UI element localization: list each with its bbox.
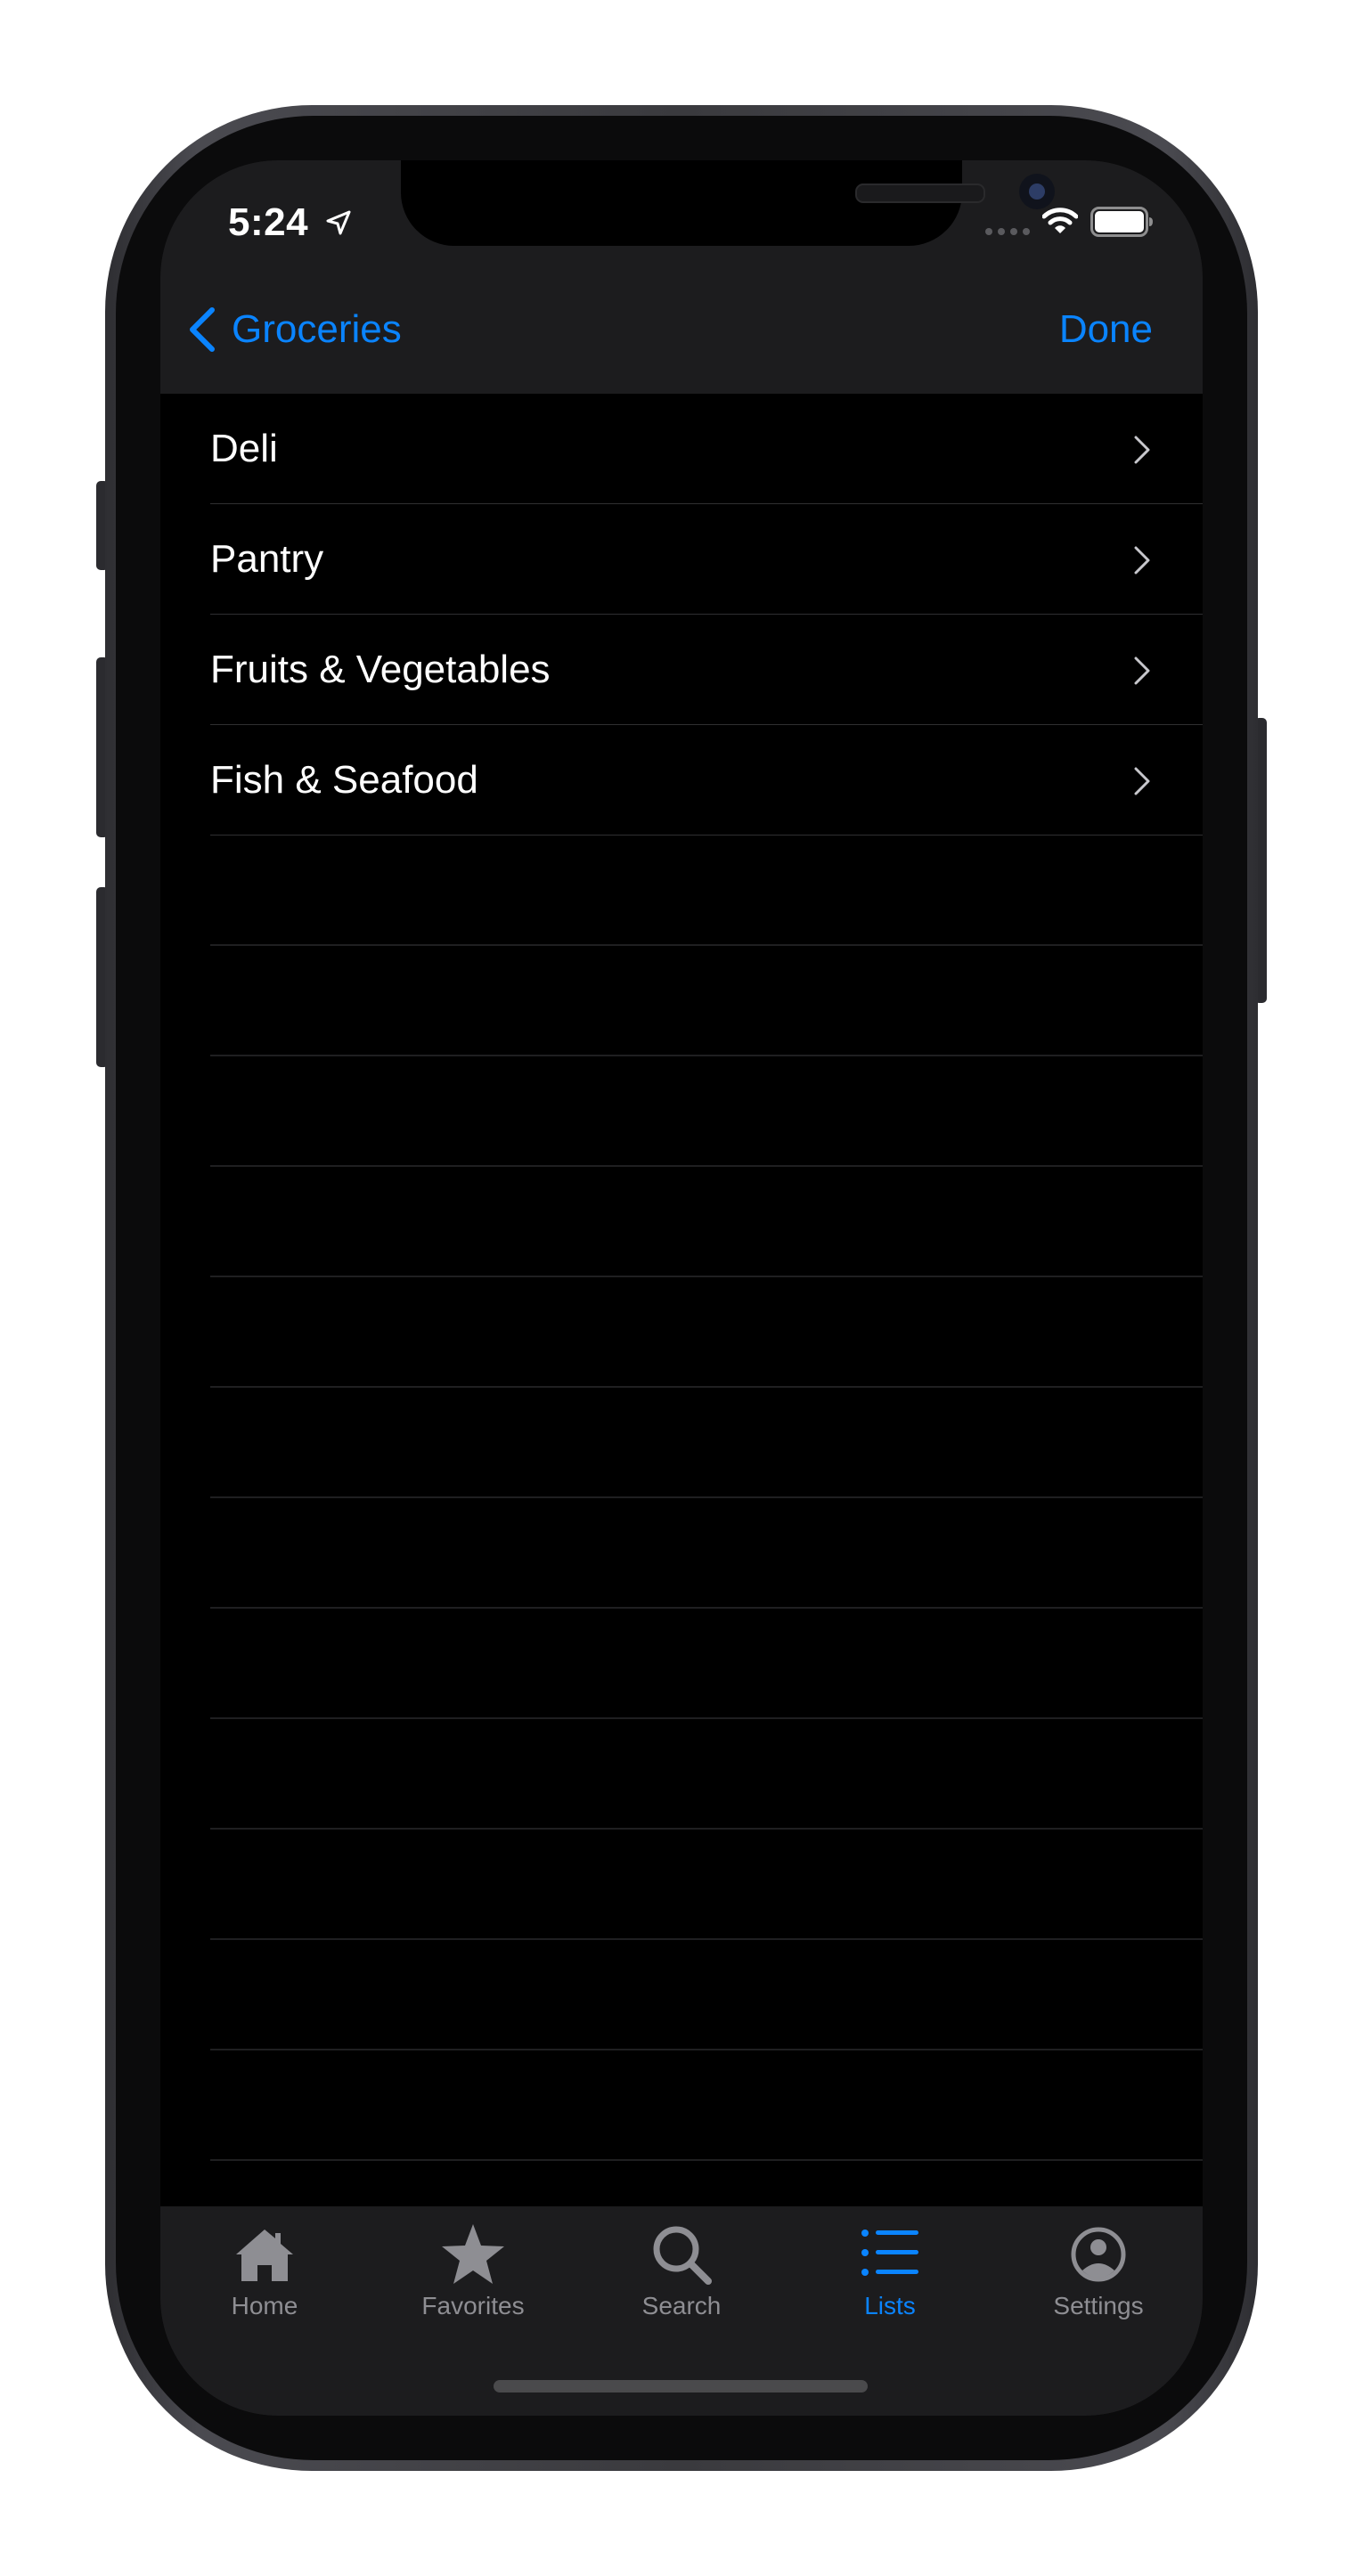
empty-row-separator [210, 1830, 1203, 1940]
earpiece-speaker [855, 183, 985, 203]
list-item[interactable]: Fish & Seafood [210, 725, 1203, 836]
list-item[interactable]: Fruits & Vegetables [210, 615, 1203, 725]
empty-row-separator [210, 1940, 1203, 2050]
empty-row-separator [210, 1167, 1203, 1277]
tab-home[interactable]: Home [160, 2219, 369, 2344]
empty-row-separator [210, 946, 1203, 1056]
list-item-label: Fruits & Vegetables [210, 647, 551, 691]
house-icon [236, 2230, 293, 2281]
tab-lists[interactable]: Lists [786, 2219, 994, 2344]
location-arrow-icon [326, 210, 351, 235]
tab-label: Home [231, 2292, 298, 2319]
chevron-right-icon [1134, 436, 1150, 464]
back-button-label: Groceries [232, 307, 402, 351]
empty-row-separator [210, 1719, 1203, 1830]
wifi-icon [1042, 208, 1078, 233]
empty-row-separator [210, 1388, 1203, 1498]
list-item[interactable]: Deli [210, 394, 1203, 504]
notch [401, 160, 1055, 246]
empty-row-separator [210, 836, 1203, 946]
tab-label: Lists [864, 2292, 916, 2319]
tab-favorites[interactable]: Favorites [369, 2219, 577, 2344]
list-item-label: Deli [210, 426, 278, 470]
battery-icon [1090, 207, 1153, 237]
empty-row-separator [210, 1609, 1203, 1719]
status-time: 5:24 [228, 200, 309, 244]
tab-search[interactable]: Search [577, 2219, 786, 2344]
list-item-label: Pantry [210, 536, 324, 581]
empty-row-separator [210, 1498, 1203, 1609]
empty-row-separator [210, 1277, 1203, 1388]
person-circle-icon [1071, 2227, 1126, 2282]
magnifying-glass-icon [653, 2226, 712, 2285]
home-indicator[interactable] [494, 2380, 868, 2393]
back-button[interactable]: Groceries [187, 294, 402, 365]
empty-row-separator [210, 1056, 1203, 1167]
list-item[interactable]: Pantry [210, 504, 1203, 615]
chevron-right-icon [1134, 656, 1150, 685]
chevron-right-icon [1134, 546, 1150, 575]
cell-signal-icon [985, 228, 1030, 235]
tab-settings[interactable]: Settings [994, 2219, 1203, 2344]
tab-label: Favorites [421, 2292, 525, 2319]
star-icon [442, 2224, 504, 2284]
empty-row-separator [210, 2050, 1203, 2161]
front-camera [1019, 174, 1055, 209]
category-list: Deli Pantry Fruits & Vegetables Fish & S… [160, 394, 1203, 2271]
phone-screen: 5:24 Groceries Done Deli Pantry Fruits &… [160, 160, 1203, 2416]
tab-label: Search [641, 2292, 722, 2319]
list-icon [861, 2230, 918, 2276]
done-button[interactable]: Done [1059, 294, 1153, 365]
tab-label: Settings [1053, 2292, 1144, 2319]
list-item-label: Fish & Seafood [210, 757, 478, 802]
chevron-right-icon [1134, 767, 1150, 795]
chevron-left-icon [190, 307, 215, 352]
